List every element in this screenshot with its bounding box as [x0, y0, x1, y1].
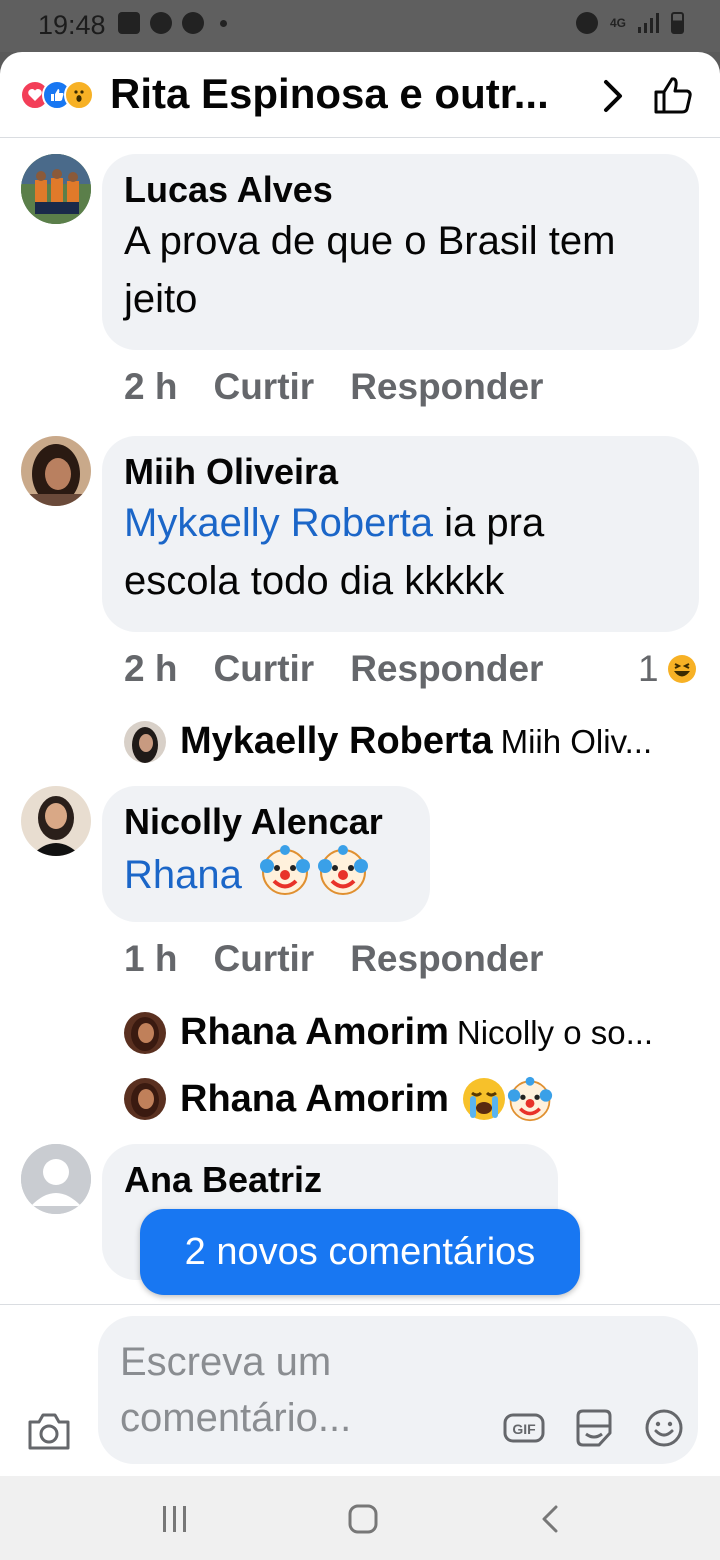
- reply-preview[interactable]: Rhana Amorim Nicolly o so...: [124, 1011, 653, 1054]
- chrome-notification-icon: [182, 12, 204, 34]
- comments-sheet: Rita Espinosa e outr... Lucas Alves A pr…: [0, 52, 720, 1476]
- comment-bubble[interactable]: Miih Oliveira Mykaelly Roberta ia pra es…: [102, 436, 699, 632]
- signal-icon: [638, 13, 659, 33]
- wow-reaction-icon: [64, 80, 94, 110]
- comment-time: 1 h: [124, 938, 178, 979]
- reply-comment-button[interactable]: Responder: [350, 938, 543, 980]
- home-icon[interactable]: [346, 1502, 380, 1536]
- avatar: [124, 1011, 166, 1054]
- recent-apps-icon[interactable]: [160, 1502, 190, 1536]
- comment-actions: 1 h Curtir Responder: [124, 938, 543, 980]
- system-navigation-bar: [0, 1476, 720, 1560]
- like-comment-button[interactable]: Curtir: [213, 366, 314, 408]
- emoji-icon[interactable]: [642, 1406, 686, 1450]
- default-avatar-icon: [21, 1144, 91, 1214]
- comment-input-placeholder: Escreva um comentário...: [120, 1340, 352, 1440]
- avatar[interactable]: [21, 154, 91, 224]
- clown-face-icon: [260, 845, 310, 895]
- comment-bubble[interactable]: Lucas Alves A prova de que o Brasil tem …: [102, 154, 699, 350]
- reply-author: Rhana Amorim: [180, 1011, 449, 1053]
- comment-bubble[interactable]: Nicolly Alencar Rhana: [102, 786, 430, 922]
- alarm-icon: [575, 12, 598, 34]
- status-time: 19:48: [38, 10, 106, 40]
- crying-face-icon: [462, 1078, 505, 1120]
- gif-label: GIF: [512, 1421, 536, 1437]
- avatar[interactable]: [21, 436, 91, 506]
- comment-reaction-count[interactable]: 1: [638, 648, 697, 690]
- comment-author[interactable]: Ana Beatriz: [124, 1158, 536, 1202]
- reply-comment-button[interactable]: Responder: [350, 648, 543, 690]
- like-comment-button[interactable]: Curtir: [213, 648, 314, 690]
- sticker-icon[interactable]: [572, 1406, 616, 1450]
- clown-face-icon: [318, 845, 368, 895]
- comment-actions: 2 h Curtir Responder: [124, 648, 543, 690]
- battery-icon: [671, 12, 684, 34]
- reaction-summary[interactable]: [20, 80, 110, 112]
- back-icon[interactable]: [536, 1502, 566, 1536]
- camera-icon[interactable]: [26, 1410, 72, 1452]
- avatar: [124, 720, 166, 763]
- comment-text: A prova de que o Brasil tem jeito: [124, 219, 616, 321]
- mention-link[interactable]: Mykaelly Roberta: [124, 501, 433, 545]
- reply-author: Mykaelly Roberta: [180, 720, 493, 762]
- mention-link[interactable]: Rhana: [124, 853, 242, 897]
- comment-composer: Escreva um comentário... GIF: [0, 1304, 720, 1476]
- avatar[interactable]: [21, 1144, 91, 1214]
- status-bar: 19:48 4G: [0, 0, 720, 52]
- comment-author[interactable]: Miih Oliveira: [124, 450, 677, 494]
- comment-text: Rhana: [124, 844, 408, 904]
- comment-author[interactable]: Lucas Alves: [124, 168, 677, 212]
- page-title: Rita Espinosa e outr...: [110, 70, 549, 117]
- chevron-right-icon[interactable]: [598, 76, 628, 116]
- like-comment-button[interactable]: Curtir: [213, 938, 314, 980]
- comments-header[interactable]: Rita Espinosa e outr...: [0, 52, 720, 138]
- system-icons: 4G: [575, 12, 684, 34]
- reaction-count-value: 1: [638, 648, 659, 689]
- reply-preview[interactable]: Mykaelly Roberta Miih Oliv...: [124, 720, 652, 763]
- notification-icons: [118, 12, 227, 34]
- reply-author: Rhana Amorim: [180, 1077, 449, 1120]
- comment-author[interactable]: Nicolly Alencar: [124, 800, 408, 844]
- reply-comment-button[interactable]: Responder: [350, 366, 543, 408]
- gallery-notification-icon: [118, 12, 140, 34]
- comment-time: 2 h: [124, 648, 178, 689]
- network-type: 4G: [609, 15, 626, 30]
- reply-snippet: Nicolly o so...: [456, 1013, 654, 1051]
- comment-input[interactable]: Escreva um comentário... GIF: [98, 1316, 698, 1464]
- new-comments-button[interactable]: 2 novos comentários: [140, 1209, 580, 1295]
- avatar[interactable]: [21, 786, 91, 856]
- comment-actions: 2 h Curtir Responder: [124, 366, 543, 408]
- like-button-icon[interactable]: [652, 74, 694, 116]
- reply-snippet: Miih Oliv...: [500, 722, 653, 760]
- comment-time: 2 h: [124, 366, 178, 407]
- reply-preview[interactable]: Rhana Amorim: [124, 1076, 553, 1122]
- avatar: [124, 1078, 166, 1120]
- gif-icon[interactable]: GIF: [502, 1406, 546, 1450]
- whatsapp-notification-icon: [150, 12, 172, 34]
- comment-text: Mykaelly Roberta ia pra escola todo dia …: [124, 494, 644, 610]
- haha-reaction-icon: [667, 655, 696, 683]
- clown-face-icon: [507, 1076, 552, 1122]
- more-notifications-dot-icon: [220, 19, 227, 27]
